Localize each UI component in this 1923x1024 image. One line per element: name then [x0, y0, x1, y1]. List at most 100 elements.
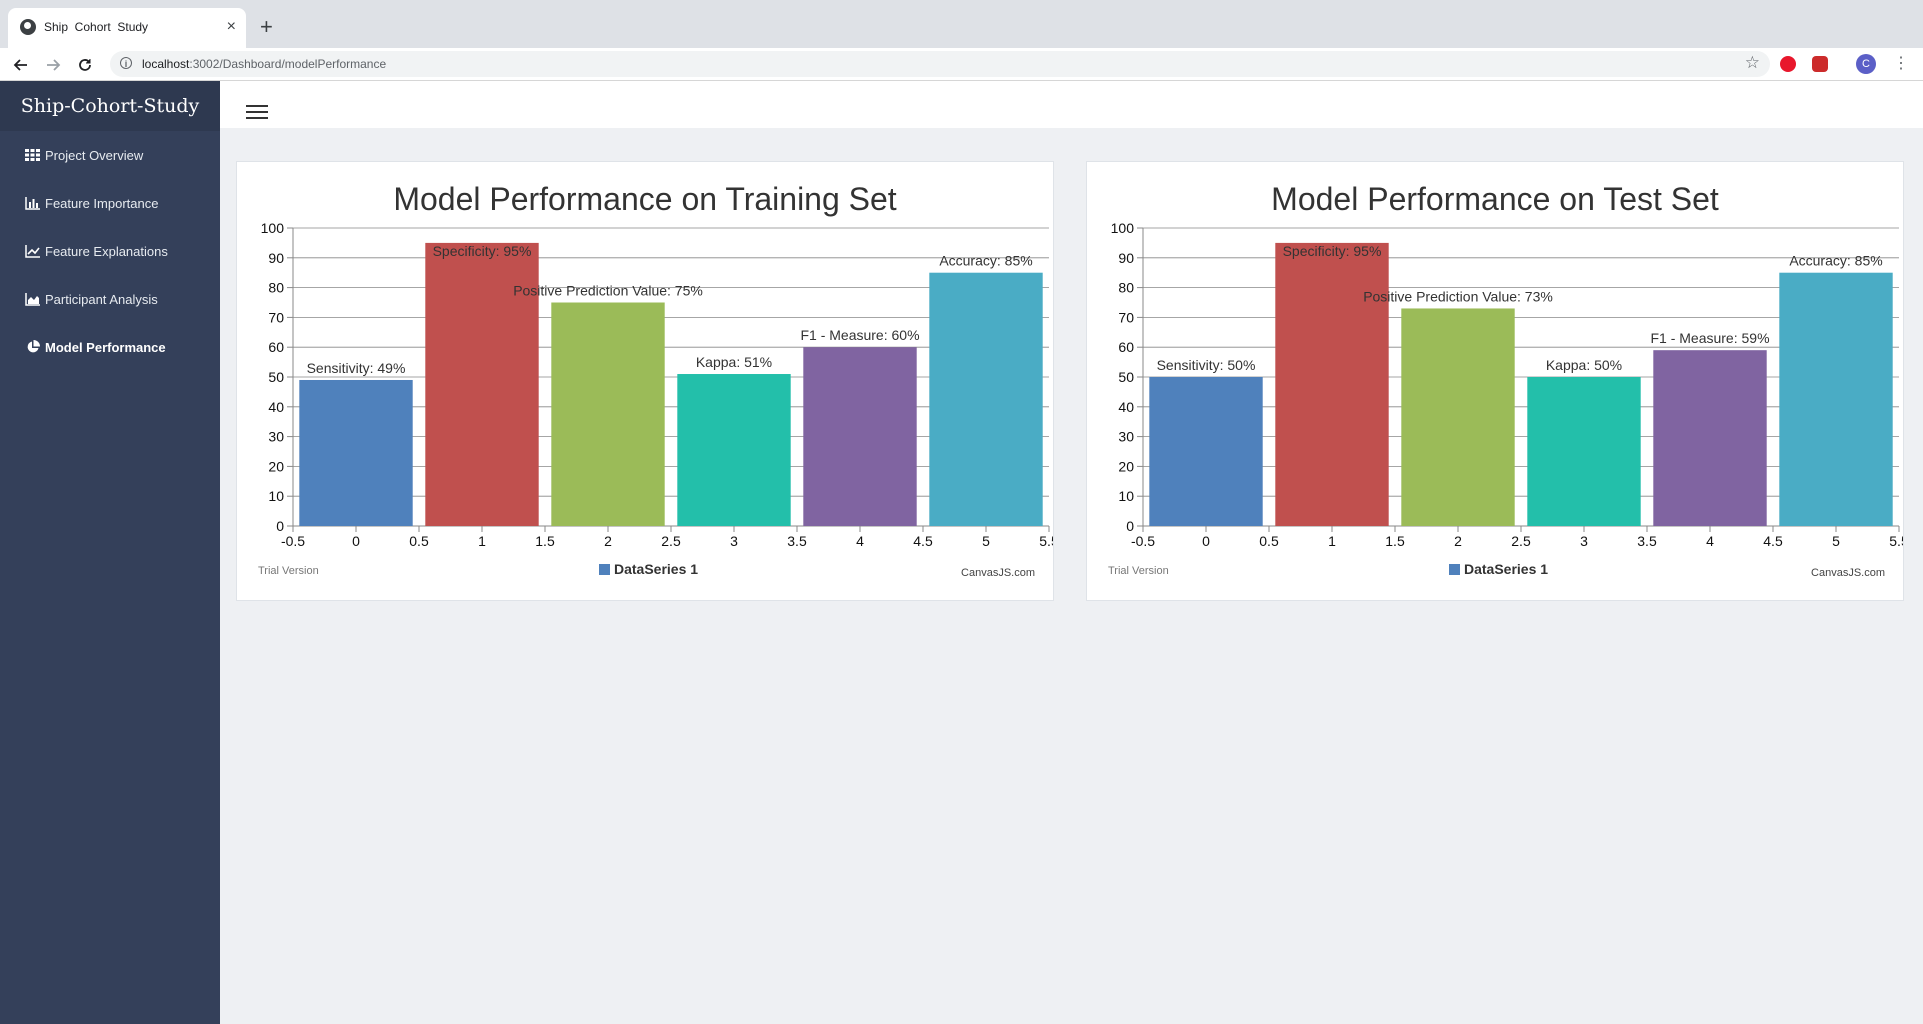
canvasjs-credit: CanvasJS.com	[1811, 567, 1885, 579]
bar	[1275, 242, 1389, 526]
sidebar-item-feature-importance[interactable]: Feature Importance	[0, 179, 220, 227]
legend-label: DataSeries 1	[614, 561, 698, 577]
info-icon[interactable]: i	[120, 57, 132, 69]
extension-icon[interactable]	[1780, 56, 1796, 72]
data-label: Kappa: 51%	[696, 354, 772, 370]
area-chart-icon	[24, 292, 41, 306]
data-label: F1 - Measure: 59%	[1650, 330, 1769, 346]
y-tick-label: 20	[1118, 458, 1134, 474]
profile-avatar[interactable]: C	[1856, 54, 1876, 74]
x-tick-label: 1	[478, 533, 486, 549]
x-tick-label: 3	[730, 533, 738, 549]
x-tick-label: 5.5	[1889, 533, 1903, 549]
data-label: Positive Prediction Value: 73%	[1363, 288, 1553, 304]
x-tick-label: 3.5	[787, 533, 807, 549]
trial-version-label: Trial Version	[258, 565, 319, 577]
y-tick-label: 100	[261, 220, 285, 236]
y-tick-label: 0	[1126, 518, 1134, 534]
data-label: Accuracy: 85%	[1789, 253, 1882, 269]
data-label: Accuracy: 85%	[939, 253, 1032, 269]
pie-chart-icon	[24, 340, 41, 354]
y-tick-label: 80	[1118, 280, 1134, 296]
brand-title[interactable]: Ship-Cohort-Study	[0, 81, 220, 131]
test-set-chart-card: Model Performance on Test Set 0 10 20 30 40 50…	[1086, 161, 1904, 601]
arrow-right-icon	[47, 59, 61, 71]
tab-bar: Ship Cohort Study × +	[0, 8, 1923, 48]
sidebar: Ship-Cohort-Study Project Overview Featu…	[0, 81, 220, 1024]
data-label: Specificity: 95%	[1283, 243, 1382, 259]
chart-title: Model Performance on Test Set	[1271, 181, 1719, 217]
x-tick-label: 0.5	[409, 533, 429, 549]
x-tick-label: 4	[1706, 533, 1714, 549]
x-tick-label: 3.5	[1637, 533, 1657, 549]
bookmark-star-icon[interactable]: ☆	[1745, 53, 1760, 73]
new-tab-button[interactable]: +	[260, 14, 273, 40]
y-tick-label: 60	[1118, 339, 1134, 355]
x-tick-label: 0	[1202, 533, 1210, 549]
browser-tab[interactable]: Ship Cohort Study ×	[8, 8, 246, 48]
sidebar-item-label: Project Overview	[45, 147, 144, 163]
x-tick-label: 1.5	[1385, 533, 1405, 549]
training-set-chart: Model Performance on Training Set0102030…	[258, 181, 1053, 579]
y-tick-label: 20	[268, 458, 284, 474]
reload-button[interactable]	[74, 54, 96, 76]
data-label: Specificity: 95%	[433, 243, 532, 259]
y-tick-label: 50	[1118, 369, 1134, 385]
y-tick-label: 30	[1118, 429, 1134, 445]
reload-icon	[79, 59, 91, 71]
extension-icon-2[interactable]	[1812, 56, 1828, 72]
bar	[1527, 377, 1641, 526]
forward-button[interactable]	[42, 54, 64, 76]
top-header	[220, 81, 1923, 128]
y-tick-label: 90	[268, 250, 284, 266]
chart-title: Model Performance on Training Set	[393, 181, 896, 217]
y-tick-label: 90	[1118, 250, 1134, 266]
x-tick-label: 2	[604, 533, 612, 549]
y-tick-label: 50	[268, 369, 284, 385]
hamburger-menu-icon[interactable]	[246, 105, 268, 119]
legend-swatch	[599, 564, 610, 575]
x-tick-label: -0.5	[1131, 533, 1155, 549]
sidebar-item-model-performance[interactable]: Model Performance	[0, 323, 220, 371]
bar	[677, 374, 791, 526]
y-tick-label: 100	[1111, 220, 1135, 236]
x-tick-label: 4	[856, 533, 864, 549]
training-set-chart-card: Model Performance on Training Set 0 10 20 30…	[236, 161, 1054, 601]
sidebar-item-feature-explanations[interactable]: Feature Explanations	[0, 227, 220, 275]
sidebar-menu: Project Overview Feature Importance Feat…	[0, 131, 220, 371]
bar	[551, 302, 665, 526]
bar	[803, 347, 917, 526]
x-tick-label: 5.5	[1039, 533, 1053, 549]
browser-menu-icon[interactable]: ⋮	[1893, 53, 1909, 75]
sidebar-item-participant-analysis[interactable]: Participant Analysis	[0, 275, 220, 323]
bar	[299, 379, 413, 526]
data-label: Kappa: 50%	[1546, 357, 1622, 373]
test-set-chart: Model Performance on Test Set01020304050…	[1108, 181, 1903, 579]
trial-version-label: Trial Version	[1108, 565, 1169, 577]
data-label: Positive Prediction Value: 75%	[513, 283, 703, 299]
data-label: F1 - Measure: 60%	[800, 327, 919, 343]
y-tick-label: 70	[268, 309, 284, 325]
sidebar-item-project-overview[interactable]: Project Overview	[0, 131, 220, 179]
y-tick-label: 30	[268, 429, 284, 445]
y-tick-label: 80	[268, 280, 284, 296]
x-tick-label: 4.5	[1763, 533, 1783, 549]
globe-icon	[20, 19, 36, 35]
back-button[interactable]	[10, 54, 32, 76]
line-chart-icon	[24, 244, 41, 258]
canvasjs-credit: CanvasJS.com	[961, 567, 1035, 579]
close-tab-icon[interactable]: ×	[227, 17, 236, 37]
grid-icon	[24, 148, 41, 162]
sidebar-item-label: Model Performance	[45, 339, 166, 355]
y-tick-label: 40	[1118, 399, 1134, 415]
y-tick-label: 0	[276, 518, 284, 534]
x-tick-label: 0	[352, 533, 360, 549]
x-tick-label: 1	[1328, 533, 1336, 549]
bar	[1149, 377, 1263, 526]
legend-swatch	[1449, 564, 1460, 575]
sidebar-item-label: Feature Explanations	[45, 243, 168, 259]
bar	[1401, 308, 1515, 526]
bar-chart-icon	[24, 196, 41, 210]
address-bar[interactable]: i localhost:3002/Dashboard/modelPerforma…	[110, 51, 1770, 77]
bar	[1653, 350, 1767, 526]
